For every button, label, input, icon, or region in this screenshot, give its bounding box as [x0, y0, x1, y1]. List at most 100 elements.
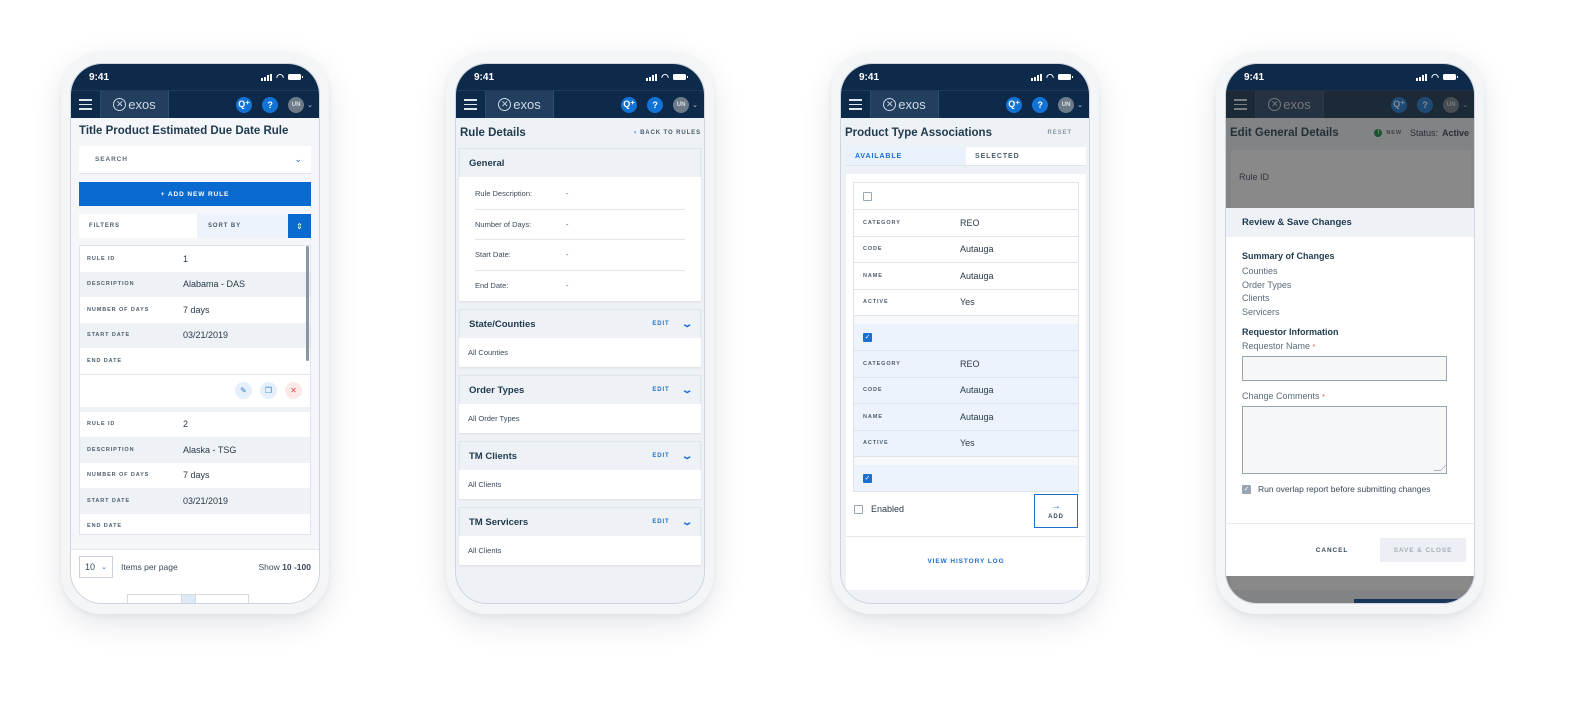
review-save-modal: Review & Save Changes Summary of Changes… [1226, 208, 1474, 576]
overlap-report-checkbox[interactable]: ✓ [1242, 484, 1251, 494]
main-content: Product Type Associations RESET AVAILABL… [841, 118, 1089, 603]
filters-button[interactable]: FILTERS [79, 214, 197, 238]
menu-icon[interactable] [841, 91, 871, 118]
logo[interactable]: ✕ exos [486, 91, 554, 118]
summary-item: Order Types [1242, 279, 1292, 290]
current-page[interactable] [180, 595, 196, 603]
delete-icon[interactable]: ✕ [285, 382, 302, 399]
panel-heading: State/Counties [469, 318, 536, 330]
tab-selected[interactable]: SELECTED [966, 147, 1086, 165]
chevron-down-icon[interactable]: ⌄ [692, 101, 698, 109]
scrollbar[interactable] [306, 246, 309, 361]
required-mark: * [1312, 344, 1316, 351]
chevron-down-icon[interactable]: ⌄ [681, 319, 694, 330]
wifi-icon: ◠ [661, 71, 669, 82]
view-history-log-link[interactable]: VIEW HISTORY LOG [846, 536, 1086, 586]
main-content: Title Product Estimated Due Date Rule SE… [71, 118, 319, 603]
detail-row: End Date: - [475, 281, 569, 291]
search-user-icon[interactable]: Q⁺ [236, 96, 253, 113]
chevron-left-icon: ‹ [634, 130, 638, 136]
select-checkbox[interactable]: ✓ [863, 332, 872, 342]
next-page-button[interactable] [196, 595, 249, 603]
active-value: Yes [960, 438, 975, 449]
code-value: Autauga [960, 385, 994, 396]
panel-heading: TM Clients [469, 450, 518, 462]
search-dropdown[interactable]: SEARCH ⌄ [79, 146, 311, 174]
page-title: Title Product Estimated Due Date Rule [79, 125, 289, 137]
avatar[interactable]: UN [288, 96, 305, 113]
summary-heading: Summary of Changes [1242, 251, 1335, 261]
overlap-report-label: Run overlap report before submitting cha… [1258, 484, 1431, 494]
edit-icon[interactable]: ✎ [235, 382, 252, 399]
tm-clients-panel: TM Clients EDIT ⌄ All Clients [459, 441, 701, 499]
app-navbar: ✕exos Q⁺ ? UN ⌄ [71, 90, 319, 118]
add-new-rule-button[interactable]: + ADD NEW RULE [79, 182, 311, 206]
code-value: Autauga [960, 244, 994, 255]
menu-icon[interactable] [456, 91, 486, 118]
items-per-page-select[interactable]: 10 ⌄ [79, 556, 113, 578]
avatar[interactable]: UN [673, 96, 690, 113]
sort-toggle-icon[interactable]: ⇕ [288, 214, 311, 238]
enabled-label: Enabled [871, 504, 905, 514]
category-value: REO [960, 358, 980, 369]
general-panel: General Rule Description: - Number of Day… [459, 148, 701, 301]
clock: 9:41 [1244, 71, 1265, 83]
panel-value: All Clients [468, 480, 502, 489]
help-icon[interactable]: ? [647, 96, 664, 113]
chevron-down-icon[interactable]: ⌄ [1077, 101, 1083, 109]
select-checkbox[interactable] [863, 191, 872, 201]
chevron-down-icon[interactable]: ⌄ [681, 451, 694, 462]
avatar[interactable]: UN [1058, 96, 1075, 113]
menu-icon[interactable] [71, 91, 101, 118]
panel-heading: TM Servicers [469, 516, 529, 528]
associations-list: CATEGORY REO CODE Autauga NAME Autauga ACTI… [853, 182, 1079, 492]
overlap-report-option[interactable]: ✓ Run overlap report before submitting c… [1242, 484, 1458, 494]
edit-button[interactable]: EDIT [652, 387, 669, 393]
phone-product-type-associations: 9:41 ◠ ✕ exos Q⁺ ? UN ⌄ Product Type Asso… [831, 52, 1099, 614]
edit-button[interactable]: EDIT [652, 453, 669, 459]
edit-button[interactable]: EDIT [652, 321, 669, 327]
copy-icon[interactable]: ❐ [260, 382, 277, 399]
prev-page-button[interactable] [128, 595, 181, 603]
chevron-down-icon[interactable]: ⌄ [307, 101, 313, 109]
modal-title: Review & Save Changes [1226, 208, 1474, 237]
tab-bar: AVAILABLE SELECTED [846, 147, 1086, 166]
associations-card: CATEGORY REO CODE Autauga NAME Autauga ACTI… [846, 174, 1086, 590]
select-checkbox[interactable]: ✓ [863, 473, 872, 483]
arrow-right-icon: → [1051, 501, 1061, 512]
help-icon[interactable]: ? [262, 96, 279, 113]
logo[interactable]: ✕ exos [101, 91, 169, 118]
modal-footer: CANCEL SAVE & CLOSE [1226, 523, 1474, 576]
page-title: Product Type Associations [845, 126, 992, 139]
cancel-button[interactable]: CANCEL [1294, 547, 1370, 554]
chevron-down-icon[interactable]: ⌄ [681, 385, 694, 396]
add-button[interactable]: → ADD [1034, 494, 1078, 528]
requestor-name-label: Requestor Name [1242, 341, 1311, 351]
wifi-icon: ◠ [1046, 71, 1054, 82]
search-label: SEARCH [95, 156, 128, 163]
save-close-button[interactable]: SAVE & CLOSE [1380, 538, 1466, 562]
help-icon[interactable]: ? [1032, 96, 1049, 113]
rule-id: 1 [183, 253, 189, 264]
required-mark: * [1322, 394, 1325, 401]
tab-available[interactable]: AVAILABLE [846, 147, 966, 165]
summary-item: Counties [1242, 266, 1278, 276]
back-to-rules-link[interactable]: ‹ BACK TO RULES [634, 130, 701, 136]
clock: 9:41 [474, 71, 495, 83]
chevron-down-icon[interactable]: ⌄ [681, 517, 694, 528]
edit-button[interactable]: EDIT [652, 519, 669, 525]
enabled-checkbox[interactable] [854, 504, 863, 514]
rules-list: RULE ID 1 DESCRIPTION Alabama - DAS NUMBER… [79, 245, 311, 535]
page-controls [127, 594, 249, 603]
sort-by-select[interactable]: SORT BY [197, 214, 288, 238]
search-user-icon[interactable]: Q⁺ [1006, 96, 1023, 113]
battery-icon [1443, 74, 1458, 80]
reset-button[interactable]: RESET [1047, 130, 1072, 136]
logo-mark-icon: ✕ [113, 98, 127, 111]
logo[interactable]: ✕ exos [871, 91, 939, 118]
search-user-icon[interactable]: Q⁺ [621, 96, 638, 113]
change-comments-textarea[interactable] [1242, 406, 1447, 474]
enabled-toggle[interactable]: Enabled [854, 504, 904, 514]
rule-start-date: 03/21/2019 [183, 330, 229, 341]
requestor-name-input[interactable] [1242, 356, 1447, 381]
